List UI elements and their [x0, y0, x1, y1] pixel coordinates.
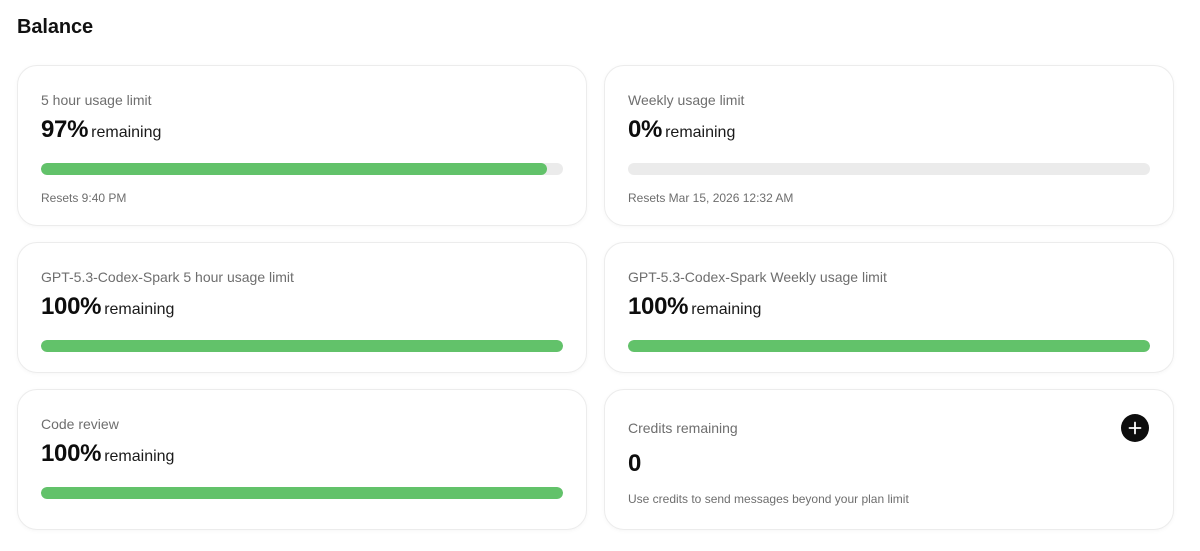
- progress-fill: [41, 487, 563, 499]
- progress-bar: [41, 163, 563, 175]
- card-value: 100% remaining: [41, 439, 563, 472]
- remaining-suffix: remaining: [665, 124, 736, 141]
- remaining-percent: 97%: [41, 116, 89, 143]
- progress-bar: [628, 163, 1150, 175]
- reset-time: Resets 9:40 PM: [41, 191, 127, 205]
- progress-bar: [41, 487, 563, 499]
- progress-bar: [628, 340, 1150, 352]
- card-value: 97% remaining: [41, 115, 563, 148]
- plus-icon: [1128, 421, 1142, 435]
- card-label: Weekly usage limit: [628, 92, 745, 108]
- remaining-percent: 100%: [628, 293, 689, 320]
- card-label: GPT-5.3-Codex-Spark Weekly usage limit: [628, 269, 887, 285]
- credits-description: Use credits to send messages beyond your…: [628, 492, 909, 506]
- usage-card-spark-5-hour: GPT-5.3-Codex-Spark 5 hour usage limit 1…: [17, 242, 587, 373]
- reset-time: Resets Mar 15, 2026 12:32 AM: [628, 191, 794, 205]
- credits-card: Credits remaining 0 Use credits to send …: [604, 389, 1174, 530]
- balance-grid: 5 hour usage limit 97% remaining Resets 9…: [17, 65, 1174, 530]
- credits-label: Credits remaining: [628, 420, 738, 436]
- remaining-suffix: remaining: [691, 301, 762, 318]
- usage-card-spark-weekly: GPT-5.3-Codex-Spark Weekly usage limit 1…: [604, 242, 1174, 373]
- remaining-suffix: remaining: [104, 448, 175, 465]
- remaining-percent: 100%: [41, 440, 102, 467]
- usage-card-code-review: Code review 100% remaining: [17, 389, 587, 530]
- remaining-percent: 100%: [41, 293, 102, 320]
- remaining-suffix: remaining: [91, 124, 162, 141]
- card-value: 100% remaining: [41, 292, 563, 325]
- card-label: Code review: [41, 416, 119, 432]
- add-credits-button[interactable]: [1121, 414, 1149, 442]
- remaining-suffix: remaining: [104, 301, 175, 318]
- card-label: GPT-5.3-Codex-Spark 5 hour usage limit: [41, 269, 294, 285]
- progress-fill: [628, 340, 1150, 352]
- progress-bar: [41, 340, 563, 352]
- remaining-percent: 0%: [628, 116, 663, 143]
- card-label: 5 hour usage limit: [41, 92, 152, 108]
- card-value: 100% remaining: [628, 292, 1150, 325]
- card-value: 0% remaining: [628, 115, 1150, 148]
- usage-card-5-hour: 5 hour usage limit 97% remaining Resets 9…: [17, 65, 587, 226]
- page-title: Balance: [17, 16, 94, 38]
- progress-fill: [41, 163, 548, 175]
- usage-card-weekly: Weekly usage limit 0% remaining Resets Ma…: [604, 65, 1174, 226]
- credits-value: 0: [628, 450, 642, 477]
- progress-fill: [41, 340, 563, 352]
